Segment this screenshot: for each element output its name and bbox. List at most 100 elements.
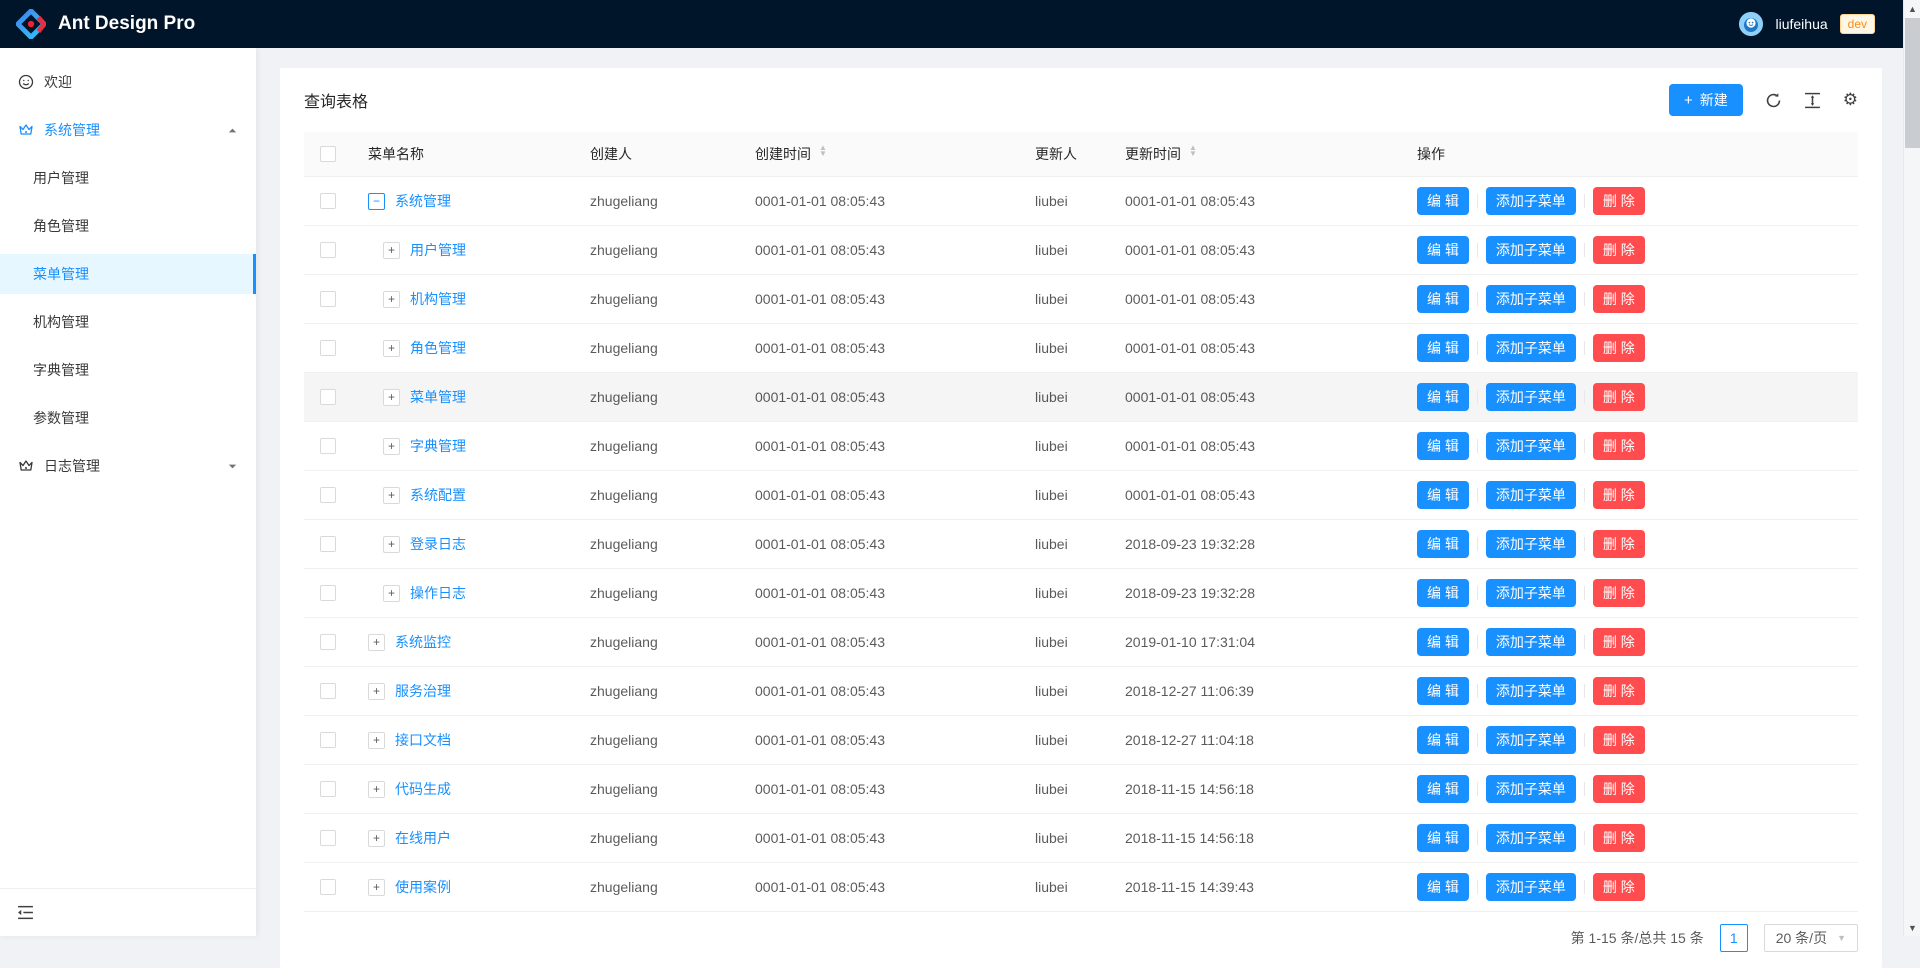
menu-name-link[interactable]: 系统配置 (410, 485, 466, 505)
delete-button[interactable]: 删 除 (1593, 579, 1645, 607)
expand-row-icon[interactable]: + (368, 683, 385, 700)
expand-row-icon[interactable]: + (383, 242, 400, 259)
row-checkbox[interactable] (320, 585, 336, 601)
delete-button[interactable]: 删 除 (1593, 383, 1645, 411)
sidebar-item-1[interactable]: 欢迎 (0, 62, 256, 102)
expand-row-icon[interactable]: + (383, 389, 400, 406)
column-header[interactable]: 创建时间▲▼ (739, 144, 1019, 164)
page-size-select[interactable]: 20 条/页 ▼ (1764, 924, 1858, 952)
menu-name-link[interactable]: 字典管理 (410, 436, 466, 456)
expand-row-icon[interactable]: + (368, 879, 385, 896)
edit-button[interactable]: 编 辑 (1417, 824, 1469, 852)
new-button[interactable]: + 新建 (1669, 84, 1743, 116)
sidebar-item-8[interactable]: 参数管理 (0, 398, 256, 438)
sidebar-item-7[interactable]: 字典管理 (0, 350, 256, 390)
add-submenu-button[interactable]: 添加子菜单 (1486, 383, 1576, 411)
edit-button[interactable]: 编 辑 (1417, 530, 1469, 558)
row-checkbox[interactable] (320, 879, 336, 895)
density-icon[interactable] (1804, 92, 1821, 109)
row-checkbox[interactable] (320, 340, 336, 356)
edit-button[interactable]: 编 辑 (1417, 628, 1469, 656)
reload-icon[interactable] (1765, 92, 1782, 109)
edit-button[interactable]: 编 辑 (1417, 677, 1469, 705)
add-submenu-button[interactable]: 添加子菜单 (1486, 824, 1576, 852)
edit-button[interactable]: 编 辑 (1417, 432, 1469, 460)
sidebar-item-6[interactable]: 机构管理 (0, 302, 256, 342)
menu-name-link[interactable]: 操作日志 (410, 583, 466, 603)
delete-button[interactable]: 删 除 (1593, 824, 1645, 852)
collapse-row-icon[interactable]: − (368, 193, 385, 210)
sorter-icon[interactable]: ▲▼ (1189, 148, 1197, 160)
sidebar-item-2[interactable]: 系统管理 (0, 110, 256, 150)
expand-row-icon[interactable]: + (383, 340, 400, 357)
username[interactable]: liufeihua (1775, 16, 1827, 32)
add-submenu-button[interactable]: 添加子菜单 (1486, 481, 1576, 509)
delete-button[interactable]: 删 除 (1593, 677, 1645, 705)
edit-button[interactable]: 编 辑 (1417, 873, 1469, 901)
user-avatar[interactable] (1739, 12, 1763, 36)
delete-button[interactable]: 删 除 (1593, 334, 1645, 362)
row-checkbox[interactable] (320, 193, 336, 209)
row-checkbox[interactable] (320, 242, 336, 258)
scrollbar-thumb[interactable] (1905, 18, 1920, 148)
menu-name-link[interactable]: 代码生成 (395, 779, 451, 799)
delete-button[interactable]: 删 除 (1593, 285, 1645, 313)
edit-button[interactable]: 编 辑 (1417, 481, 1469, 509)
edit-button[interactable]: 编 辑 (1417, 383, 1469, 411)
add-submenu-button[interactable]: 添加子菜单 (1486, 334, 1576, 362)
add-submenu-button[interactable]: 添加子菜单 (1486, 187, 1576, 215)
delete-button[interactable]: 删 除 (1593, 187, 1645, 215)
window-scrollbar[interactable]: ▲ ▼ (1903, 0, 1920, 936)
scroll-up-icon[interactable]: ▲ (1904, 0, 1920, 17)
add-submenu-button[interactable]: 添加子菜单 (1486, 873, 1576, 901)
edit-button[interactable]: 编 辑 (1417, 334, 1469, 362)
edit-button[interactable]: 编 辑 (1417, 187, 1469, 215)
edit-button[interactable]: 编 辑 (1417, 579, 1469, 607)
setting-icon[interactable]: ⚙ (1843, 90, 1858, 110)
select-all-checkbox[interactable] (320, 146, 336, 162)
brand[interactable]: Ant Design Pro (0, 9, 195, 39)
add-submenu-button[interactable]: 添加子菜单 (1486, 677, 1576, 705)
delete-button[interactable]: 删 除 (1593, 873, 1645, 901)
page-1-button[interactable]: 1 (1720, 924, 1748, 952)
row-checkbox[interactable] (320, 389, 336, 405)
menu-name-link[interactable]: 接口文档 (395, 730, 451, 750)
row-checkbox[interactable] (320, 781, 336, 797)
row-checkbox[interactable] (320, 634, 336, 650)
add-submenu-button[interactable]: 添加子菜单 (1486, 775, 1576, 803)
expand-row-icon[interactable]: + (368, 830, 385, 847)
delete-button[interactable]: 删 除 (1593, 775, 1645, 803)
menu-name-link[interactable]: 在线用户 (395, 828, 451, 848)
row-checkbox[interactable] (320, 683, 336, 699)
sidebar-item-9[interactable]: 日志管理 (0, 446, 256, 486)
sidebar-item-5[interactable]: 菜单管理 (0, 254, 256, 294)
edit-button[interactable]: 编 辑 (1417, 775, 1469, 803)
expand-row-icon[interactable]: + (383, 438, 400, 455)
row-checkbox[interactable] (320, 291, 336, 307)
delete-button[interactable]: 删 除 (1593, 530, 1645, 558)
expand-row-icon[interactable]: + (368, 732, 385, 749)
add-submenu-button[interactable]: 添加子菜单 (1486, 726, 1576, 754)
menu-name-link[interactable]: 系统监控 (395, 632, 451, 652)
menu-fold-icon[interactable] (17, 904, 34, 921)
add-submenu-button[interactable]: 添加子菜单 (1486, 236, 1576, 264)
delete-button[interactable]: 删 除 (1593, 628, 1645, 656)
menu-name-link[interactable]: 使用案例 (395, 877, 451, 897)
edit-button[interactable]: 编 辑 (1417, 285, 1469, 313)
delete-button[interactable]: 删 除 (1593, 481, 1645, 509)
row-checkbox[interactable] (320, 830, 336, 846)
edit-button[interactable]: 编 辑 (1417, 236, 1469, 264)
expand-row-icon[interactable]: + (368, 634, 385, 651)
menu-name-link[interactable]: 登录日志 (410, 534, 466, 554)
add-submenu-button[interactable]: 添加子菜单 (1486, 579, 1576, 607)
row-checkbox[interactable] (320, 487, 336, 503)
menu-name-link[interactable]: 系统管理 (395, 191, 451, 211)
menu-name-link[interactable]: 机构管理 (410, 289, 466, 309)
menu-name-link[interactable]: 菜单管理 (410, 387, 466, 407)
expand-row-icon[interactable]: + (368, 781, 385, 798)
sidebar-item-4[interactable]: 角色管理 (0, 206, 256, 246)
delete-button[interactable]: 删 除 (1593, 432, 1645, 460)
add-submenu-button[interactable]: 添加子菜单 (1486, 628, 1576, 656)
delete-button[interactable]: 删 除 (1593, 726, 1645, 754)
expand-row-icon[interactable]: + (383, 585, 400, 602)
